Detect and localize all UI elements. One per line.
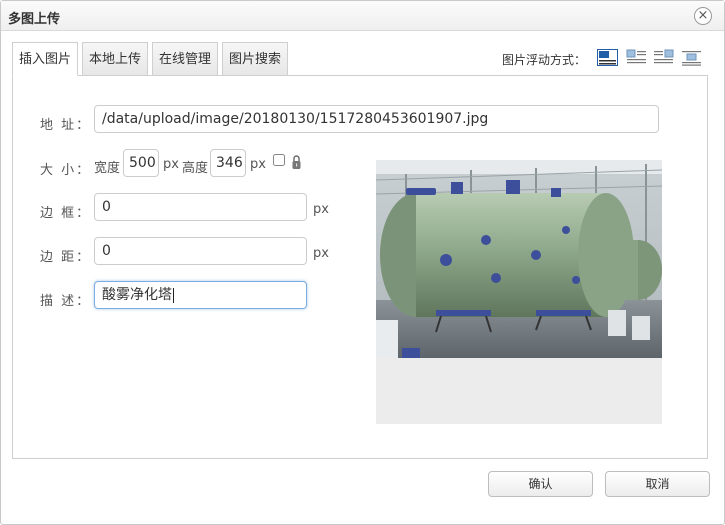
border-px-unit: px xyxy=(313,202,329,217)
height-label: 高度 xyxy=(182,161,209,176)
tab-image-search[interactable]: 图片搜索 xyxy=(222,42,289,76)
close-icon: × xyxy=(697,8,709,23)
dialog-titlebar: 多图上传 × xyxy=(1,1,724,31)
lock-ratio-checkbox[interactable] xyxy=(273,154,285,166)
width-label: 宽度 xyxy=(94,161,121,176)
confirm-button[interactable]: 确认 xyxy=(488,471,593,497)
height-input[interactable]: 346 xyxy=(210,149,246,177)
address-input[interactable]: /data/upload/image/20180130/151728045360… xyxy=(94,105,659,133)
description-input[interactable]: 酸雾净化塔 xyxy=(94,281,307,309)
lock-icon xyxy=(292,155,301,169)
border-input[interactable]: 0 xyxy=(94,193,307,221)
cancel-button[interactable]: 取消 xyxy=(605,471,710,497)
tab-online-manage[interactable]: 在线管理 xyxy=(152,42,219,76)
float-right-icon[interactable] xyxy=(653,49,674,66)
text-caret xyxy=(173,287,174,303)
description-label: 描 述： xyxy=(40,294,92,309)
size-label: 大 小： xyxy=(40,163,92,178)
spacing-label: 边 距： xyxy=(40,250,92,265)
width-input[interactable]: 500 xyxy=(123,149,159,177)
float-none-icon[interactable] xyxy=(597,49,618,66)
spacing-px-unit: px xyxy=(313,246,329,261)
spacing-input[interactable]: 0 xyxy=(94,237,307,265)
description-value: 酸雾净化塔 xyxy=(102,287,172,303)
width-px-unit: px xyxy=(163,157,179,172)
preview-image xyxy=(376,160,662,358)
close-button[interactable]: × xyxy=(694,7,712,25)
dialog-title: 多图上传 xyxy=(8,12,61,27)
address-label: 地 址： xyxy=(40,118,92,133)
tab-local-upload[interactable]: 本地上传 xyxy=(82,42,149,76)
float-center-icon[interactable] xyxy=(681,49,702,66)
image-preview xyxy=(376,160,662,424)
height-px-unit: px xyxy=(250,157,266,172)
float-left-icon[interactable] xyxy=(626,49,647,66)
float-mode-label: 图片浮动方式： xyxy=(502,53,587,67)
tab-insert-image[interactable]: 插入图片 xyxy=(12,42,79,76)
border-label: 边 框： xyxy=(40,206,92,221)
